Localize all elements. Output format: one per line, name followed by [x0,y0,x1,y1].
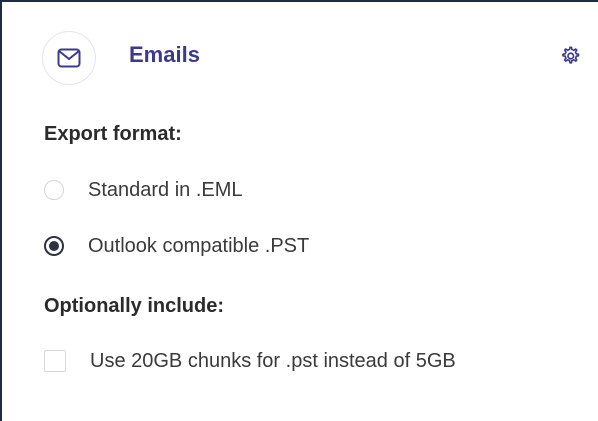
radio-standard-eml[interactable]: Standard in .EML [44,178,243,202]
radio-outlook-pst-label: Outlook compatible .PST [88,235,310,257]
radio-button[interactable] [44,180,64,200]
settings-button[interactable] [557,43,583,69]
section-title: Emails [129,42,200,67]
checkbox[interactable] [44,350,66,372]
envelope-icon-badge [42,31,96,85]
envelope-icon [57,48,81,68]
checkbox-20gb-chunks[interactable]: Use 20GB chunks for .pst instead of 5GB [44,349,456,373]
radio-standard-eml-label: Standard in .EML [88,179,243,201]
radio-button-selected[interactable] [44,236,64,256]
checkbox-20gb-chunks-label: Use 20GB chunks for .pst instead of 5GB [90,350,456,372]
gear-icon [562,46,580,64]
export-format-label: Export format: [44,123,182,145]
radio-outlook-pst[interactable]: Outlook compatible .PST [44,234,309,258]
emails-export-panel: Emails Export format: Standard in .EML O… [0,0,598,421]
radio-dot [49,241,59,251]
optionally-include-label: Optionally include: [44,295,225,317]
